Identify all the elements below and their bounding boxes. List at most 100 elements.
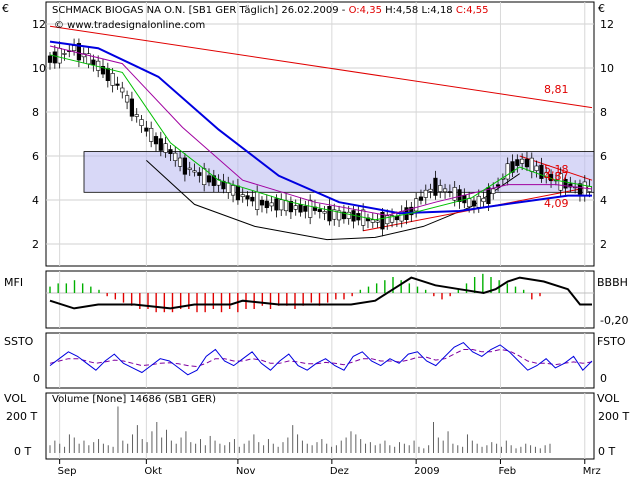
candle-body-43 <box>255 191 260 210</box>
candle-body-38 <box>230 185 236 196</box>
vol-label: VOL <box>4 392 27 405</box>
candle-body-22 <box>153 136 159 145</box>
vol-right-label: VOL <box>597 392 620 405</box>
candle-body-81 <box>438 185 443 192</box>
candle-body-32 <box>202 168 207 185</box>
chart-title: SCHMACK BIOGAS NA O.N. [SB1 GER Täglich]… <box>52 5 488 16</box>
candle-body-99 <box>524 158 530 168</box>
annotation-8,81: 8,81 <box>544 83 569 96</box>
candle-body-16 <box>124 95 130 103</box>
title-hlc: H:4,58 L:4,18 <box>382 5 456 16</box>
ssto-label: SSTO <box>4 335 34 348</box>
candle-body-42 <box>250 196 255 202</box>
candle-body-82 <box>442 188 448 193</box>
candle-body-46 <box>269 202 274 207</box>
y-tick-left-4: 4 <box>32 194 39 207</box>
candle-body-3 <box>62 53 67 55</box>
vol-tick-0-right: 0 T <box>598 445 615 458</box>
y-tick-right-8: 8 <box>600 106 607 119</box>
vol-tick-200-left: 200 T <box>6 410 37 423</box>
x-tick-Feb: Feb <box>498 466 516 477</box>
ssto-left-tick: 0 <box>33 372 40 385</box>
currency-left: € <box>2 2 9 15</box>
y-tick-left-8: 8 <box>32 106 39 119</box>
candle-body-0 <box>47 55 53 63</box>
candle-body-51 <box>293 205 298 210</box>
candle-body-27 <box>177 157 183 167</box>
candle-body-100 <box>529 157 534 172</box>
candle-body-17 <box>129 98 135 117</box>
candle-body-24 <box>163 143 168 153</box>
x-tick-Sep: Sep <box>58 466 77 477</box>
candle-body-102 <box>539 164 544 179</box>
candle-body-76 <box>414 198 419 212</box>
mfi-label: MFI <box>4 276 23 289</box>
title-open: O:4,35 <box>349 5 382 16</box>
price-panel[interactable] <box>45 1 595 267</box>
candle-body-20 <box>144 127 149 132</box>
candle-body-93 <box>495 184 501 187</box>
candle-body-37 <box>226 182 231 193</box>
candle-body-79 <box>428 188 433 192</box>
candle-body-54 <box>308 199 313 218</box>
candle-body-29 <box>187 167 192 170</box>
candle-body-77 <box>418 196 424 201</box>
x-tick-Okt: Okt <box>144 466 162 477</box>
candle-body-62 <box>346 211 351 219</box>
candle-body-101 <box>534 165 539 171</box>
vol-tick-0-left: 0 T <box>14 445 31 458</box>
x-tick-2009: 2009 <box>414 466 439 477</box>
title-close: C:4,55 <box>456 5 489 16</box>
y-tick-right-12: 12 <box>600 18 614 31</box>
chart-window: € € SCHMACK BIOGAS NA O.N. [SB1 GER Tägl… <box>0 0 640 480</box>
candle-body-45 <box>264 200 269 209</box>
y-tick-right-4: 4 <box>600 194 607 207</box>
y-tick-left-10: 10 <box>32 62 46 75</box>
candle-body-49 <box>283 200 289 212</box>
candle-body-72 <box>394 216 399 221</box>
candle-body-56 <box>317 209 322 212</box>
watermark: © www.tradesignalonline.com <box>54 20 205 31</box>
time-axis: Sep Okt Nov Dez 2009 Feb Mrz <box>58 459 601 477</box>
candle-body-25 <box>168 149 173 155</box>
y-tick-right-6: 6 <box>600 150 607 163</box>
y-tick-left-12: 12 <box>32 18 46 31</box>
candle-body-98 <box>520 158 525 164</box>
candle-body-19 <box>139 119 144 126</box>
title-main: SCHMACK BIOGAS NA O.N. [SB1 GER Täglich]… <box>52 5 349 16</box>
ssto-right-label: FSTO <box>597 335 626 348</box>
candle-body-21 <box>149 128 154 142</box>
y-tick-right-10: 10 <box>600 62 614 75</box>
x-tick-Mrz: Mrz <box>583 466 601 477</box>
candle-body-33 <box>206 175 212 183</box>
candle-body-9 <box>91 59 96 65</box>
candle-body-111 <box>582 181 587 197</box>
y-tick-right-2: 2 <box>600 238 607 251</box>
candle-body-87 <box>467 198 472 208</box>
y-tick-left-6: 6 <box>32 150 39 163</box>
candle-body-53 <box>303 205 308 212</box>
candle-body-88 <box>471 200 477 207</box>
candle-body-67 <box>370 219 375 223</box>
candle-body-57 <box>322 211 327 214</box>
x-tick-Dez: Dez <box>330 466 349 477</box>
candle-body-90 <box>481 197 486 203</box>
candle-body-47 <box>274 198 279 211</box>
vol-tick-200-right: 200 T <box>598 410 629 423</box>
candle-body-40 <box>240 194 245 197</box>
mfi-right-tick: -0,20 <box>600 314 628 327</box>
candle-body-80 <box>433 177 438 196</box>
candle-body-41 <box>245 195 250 200</box>
candle-body-48 <box>279 199 284 211</box>
candle-body-44 <box>259 199 265 206</box>
ssto-panel[interactable] <box>45 332 595 389</box>
candle-body-28 <box>182 157 187 175</box>
candle-body-31 <box>197 172 202 176</box>
candle-body-58 <box>327 206 332 222</box>
currency-right: € <box>598 2 605 15</box>
candle-body-1 <box>52 51 57 64</box>
candle-body-89 <box>476 195 481 208</box>
candle-body-13 <box>110 73 115 86</box>
candle-body-83 <box>447 191 452 193</box>
candle-body-39 <box>235 185 240 201</box>
